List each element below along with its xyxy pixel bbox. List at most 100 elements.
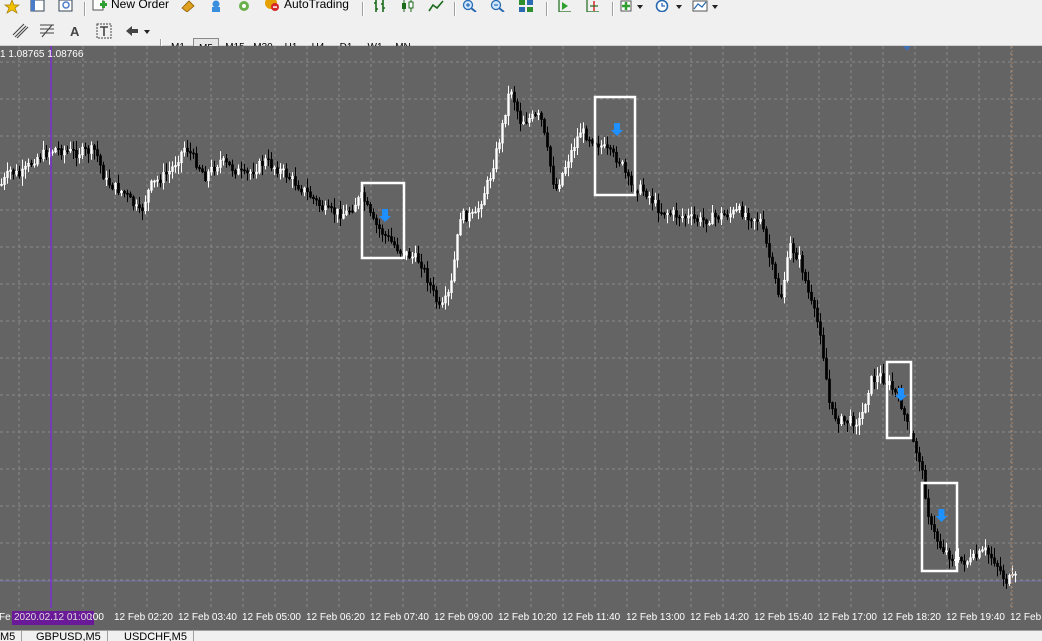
candle-body	[615, 151, 618, 163]
candle-body	[204, 171, 207, 181]
sell-arrow-icon	[379, 209, 391, 222]
candle-body	[87, 148, 90, 154]
autotrading-label: AutoTrading	[284, 0, 349, 11]
candle-body	[525, 121, 528, 124]
time-label: 12 Feb 13:00	[626, 612, 685, 623]
tile-windows-icon[interactable]	[518, 0, 534, 12]
candle-body	[606, 144, 609, 149]
candle-body	[882, 373, 885, 384]
candle-body	[108, 177, 111, 186]
candle-body	[348, 210, 351, 213]
candle-body	[822, 335, 825, 359]
candle-body	[540, 112, 543, 120]
candle-body	[543, 119, 546, 134]
highlight-box	[920, 481, 959, 573]
candle-body	[429, 282, 432, 286]
line-chart-icon[interactable]	[428, 0, 444, 12]
data-window-icon[interactable]	[58, 0, 74, 12]
templates-icon[interactable]	[692, 0, 722, 12]
candle-body	[189, 151, 192, 154]
candle-body	[378, 224, 381, 230]
candle-body	[597, 143, 600, 148]
candle-body	[186, 147, 189, 152]
candle-body	[669, 213, 672, 215]
candle-body	[696, 218, 699, 222]
radio-icon[interactable]	[236, 0, 252, 12]
candle-body	[330, 206, 333, 209]
candle-body	[195, 153, 198, 168]
price-chart[interactable]: 1 1.08765 1.08766	[0, 46, 1042, 608]
candle-body	[762, 219, 765, 230]
candle-body	[261, 161, 264, 166]
signals-icon[interactable]	[208, 0, 224, 12]
candle-body	[834, 408, 837, 420]
periods-icon[interactable]	[654, 0, 684, 12]
candle-body	[267, 158, 270, 161]
text-tool-icon[interactable]: A	[70, 24, 79, 39]
candle-body	[294, 176, 297, 186]
star-icon[interactable]	[4, 0, 20, 14]
candle-body	[693, 214, 696, 219]
candle-body	[996, 562, 999, 567]
candle-body	[123, 190, 126, 194]
autotrading-button[interactable]: AutoTrading	[264, 0, 349, 11]
candle-body	[375, 217, 378, 226]
candle-body	[138, 204, 141, 209]
new-order-button[interactable]: New Order	[92, 0, 169, 11]
candle-body	[963, 560, 966, 565]
candle-body	[675, 210, 678, 218]
equidistant-channel-icon[interactable]	[12, 23, 30, 39]
candle-body	[102, 164, 105, 180]
chart-tabs: M5 GBPUSD,M5 USDCHF,M5	[0, 630, 1042, 641]
candle-body	[651, 196, 654, 204]
fibonacci-icon[interactable]	[38, 23, 56, 39]
candle-body	[423, 267, 426, 270]
cursor-time-suffix: :00	[90, 612, 104, 623]
time-label: 12 Feb 19:40	[946, 612, 1005, 623]
time-axis: Fe 2020.02.12 01:00 :00 12 Feb 02:20 12 …	[0, 608, 1042, 630]
candle-body	[129, 193, 132, 198]
candle-body	[555, 184, 558, 189]
candle-body	[159, 179, 162, 183]
candle-body	[987, 547, 990, 555]
candle-body	[726, 214, 729, 218]
candle-body	[270, 159, 273, 169]
candle-body	[381, 228, 384, 235]
candle-chart-icon[interactable]	[400, 0, 416, 12]
sell-arrow-icon	[935, 509, 948, 522]
autoscroll-icon[interactable]	[556, 0, 572, 12]
candle-body	[792, 243, 795, 254]
candle-body	[930, 516, 933, 525]
zoom-in-icon[interactable]	[462, 0, 478, 12]
chart-shift-icon[interactable]	[584, 0, 600, 12]
candle-body	[285, 168, 288, 178]
candle-body	[39, 157, 42, 159]
time-label: 12 Feb 17:00	[818, 612, 877, 623]
candle-body	[408, 251, 411, 259]
bar-chart-icon[interactable]	[372, 0, 388, 12]
candle-body	[192, 152, 195, 155]
candle-body	[327, 205, 330, 208]
price-info: 1 1.08765 1.08766	[0, 49, 84, 60]
candle-body	[747, 212, 750, 221]
candle-body	[765, 228, 768, 244]
text-label-icon[interactable]	[96, 23, 112, 39]
candle-body	[390, 236, 393, 242]
candle-body	[246, 170, 249, 174]
candle-body	[918, 452, 921, 462]
candle-body	[165, 172, 168, 175]
indicators-icon[interactable]	[620, 0, 644, 12]
candle-body	[843, 416, 846, 422]
candle-body	[774, 263, 777, 279]
candle-body	[534, 114, 537, 116]
candle-body	[1002, 570, 1005, 580]
candle-body	[873, 376, 876, 383]
time-label: 12 Feb 18:20	[882, 612, 941, 623]
candle-body	[432, 284, 435, 291]
metaeditor-icon[interactable]	[180, 0, 196, 12]
navigator-icon[interactable]	[30, 0, 46, 12]
candle-body	[57, 148, 60, 150]
zoom-out-icon[interactable]	[490, 0, 506, 12]
arrows-icon[interactable]	[124, 23, 152, 39]
candle-body	[813, 300, 816, 309]
